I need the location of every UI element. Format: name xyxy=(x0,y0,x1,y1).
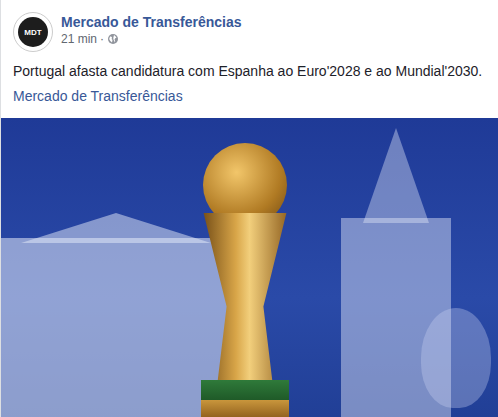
egg-shape xyxy=(421,308,491,408)
post-time[interactable]: 21 min xyxy=(61,31,97,47)
page-avatar[interactable]: MDT xyxy=(13,12,53,52)
post-text: Portugal afasta candidatura com Espanha … xyxy=(13,62,486,81)
post-info: 21 min· xyxy=(61,31,242,47)
building-shape xyxy=(1,238,231,417)
post-header: MDT Mercado de Transferências21 min· xyxy=(1,0,498,52)
page-name[interactable]: Mercado de Transferências xyxy=(61,13,242,31)
post-photo[interactable] xyxy=(1,118,498,417)
post-link[interactable]: Mercado de Transferências xyxy=(13,87,486,106)
trophy-shape xyxy=(201,380,289,417)
building-shape xyxy=(21,213,211,243)
logo: MDT xyxy=(18,17,48,47)
post-meta: Mercado de Transferências21 min· xyxy=(61,12,242,47)
globe-icon[interactable] xyxy=(107,33,119,45)
logo-text: MDT xyxy=(24,28,41,37)
post-card: MDTMercado de Transferências21 min·Portu… xyxy=(0,0,498,417)
separator: · xyxy=(100,31,104,47)
tower-shape xyxy=(363,128,429,223)
